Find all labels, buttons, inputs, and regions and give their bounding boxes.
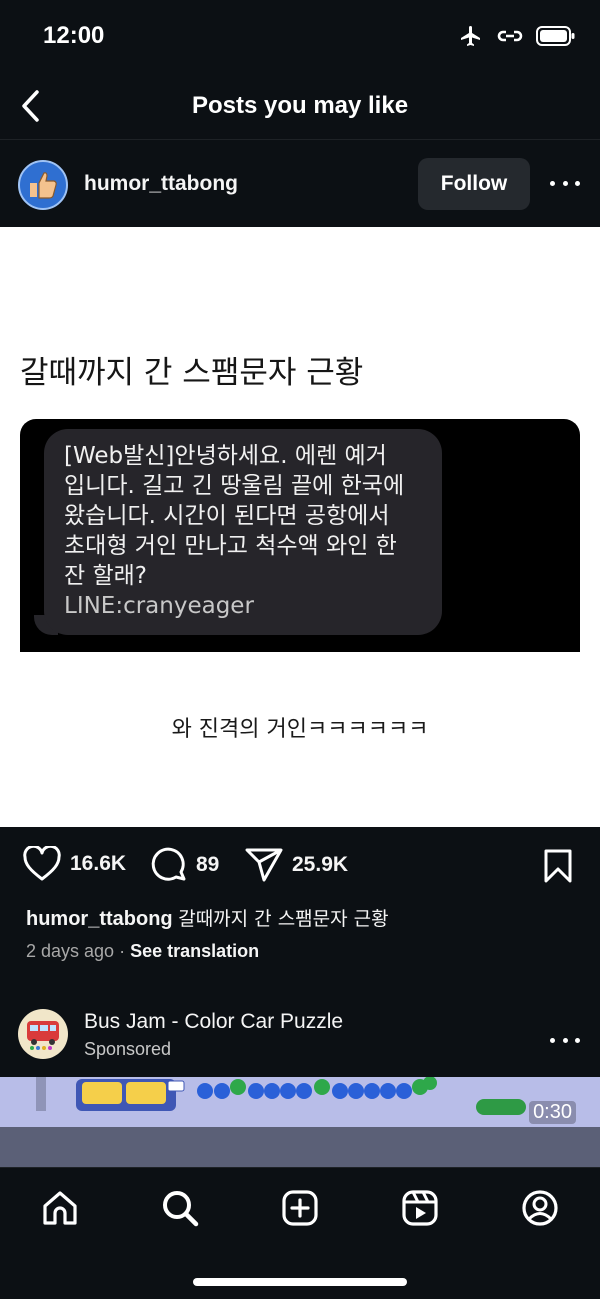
sms-line: [Web발신]안녕하세요. 에렌 예거 [64, 443, 387, 469]
thumbs-up-icon [30, 172, 57, 199]
profile-tab[interactable] [518, 1186, 562, 1230]
create-icon [282, 1190, 318, 1226]
page-title: Posts you may like [191, 92, 409, 119]
sms-line: 잔 할래? [64, 563, 147, 589]
post-meta: 2 days ago · See translation [26, 941, 259, 962]
sponsor-name[interactable]: Bus Jam - Color Car Puzzle [84, 1010, 343, 1034]
comment-count: 89 [196, 853, 220, 876]
sms-line: 입니다. 길고 긴 땅울림 끝에 한국에 [64, 473, 405, 499]
bookmark-icon [544, 849, 572, 883]
follow-button[interactable]: Follow [418, 158, 530, 210]
caption-text: 갈때까지 간 스팸문자 근황 [178, 908, 389, 930]
post-header: humor_ttabong Follow [0, 141, 600, 227]
avatar[interactable] [18, 160, 68, 210]
image-title: 갈때까지 간 스팸문자 근황 [20, 355, 364, 391]
image-caption: 와 진격의 거인ㅋㅋㅋㅋㅋㅋ [171, 717, 429, 742]
airplane-icon [458, 24, 484, 53]
more-horizontal-icon[interactable] [550, 1028, 580, 1052]
post-caption: humor_ttabong 갈때까지 간 스팸문자 근황 [26, 904, 389, 931]
status-time: 12:00 [43, 22, 105, 49]
see-translation-link[interactable]: See translation [130, 941, 259, 961]
avatar[interactable] [18, 1009, 68, 1059]
caption-username[interactable]: humor_ttabong [26, 908, 173, 930]
home-indicator [193, 1278, 407, 1286]
create-tab[interactable] [278, 1186, 322, 1230]
home-icon [43, 1191, 77, 1225]
like-button[interactable]: 16.6K [22, 846, 126, 882]
game-preview-graphic [0, 1077, 600, 1167]
reels-tab[interactable] [398, 1186, 442, 1230]
bus-icon [27, 1021, 59, 1050]
comment-button[interactable]: 89 [150, 846, 219, 884]
more-horizontal-icon[interactable] [550, 171, 580, 195]
sms-line: 초대형 거인 만나고 척수액 와인 한 [64, 533, 397, 559]
sms-line: LINE:cranyeager [64, 593, 254, 619]
share-count: 25.9K [292, 853, 349, 876]
comment-icon [151, 847, 186, 881]
link-icon [496, 24, 524, 53]
status-icons [458, 24, 576, 53]
share-button[interactable]: 25.9K [244, 846, 348, 884]
sponsored-post-header: Bus Jam - Color Car Puzzle Sponsored [0, 1000, 600, 1072]
video-duration: 0:30 [529, 1101, 576, 1124]
sms-bubble: [Web발신]안녕하세요. 에렌 예거 입니다. 길고 긴 땅울림 끝에 한국에… [44, 429, 442, 635]
post-actions: 16.6K 89 25.9K [0, 840, 600, 892]
post-username[interactable]: humor_ttabong [84, 172, 238, 196]
home-tab[interactable] [38, 1186, 82, 1230]
reels-icon [402, 1190, 438, 1226]
post-image[interactable]: 갈때까지 간 스팸문자 근황 [Web발신]안녕하세요. 에렌 예거 입니다. … [0, 227, 600, 827]
search-tab[interactable] [158, 1186, 202, 1230]
battery-icon [536, 25, 576, 52]
save-button[interactable] [542, 848, 574, 889]
sponsored-video[interactable]: 0:30 [0, 1077, 600, 1167]
search-icon [163, 1191, 199, 1227]
heart-icon [23, 846, 61, 881]
post-time: 2 days ago [26, 941, 115, 961]
send-icon [245, 848, 283, 882]
status-bar: 12:00 [0, 0, 600, 72]
sponsored-label: Sponsored [84, 1039, 172, 1059]
profile-icon [522, 1190, 558, 1226]
sms-line: 왔습니다. 시간이 된다면 공항에서 [64, 503, 390, 529]
nav-bar: Posts you may like [0, 72, 600, 140]
bottom-nav [0, 1167, 600, 1299]
meta-separator: · [119, 941, 126, 961]
like-count: 16.6K [70, 852, 127, 875]
